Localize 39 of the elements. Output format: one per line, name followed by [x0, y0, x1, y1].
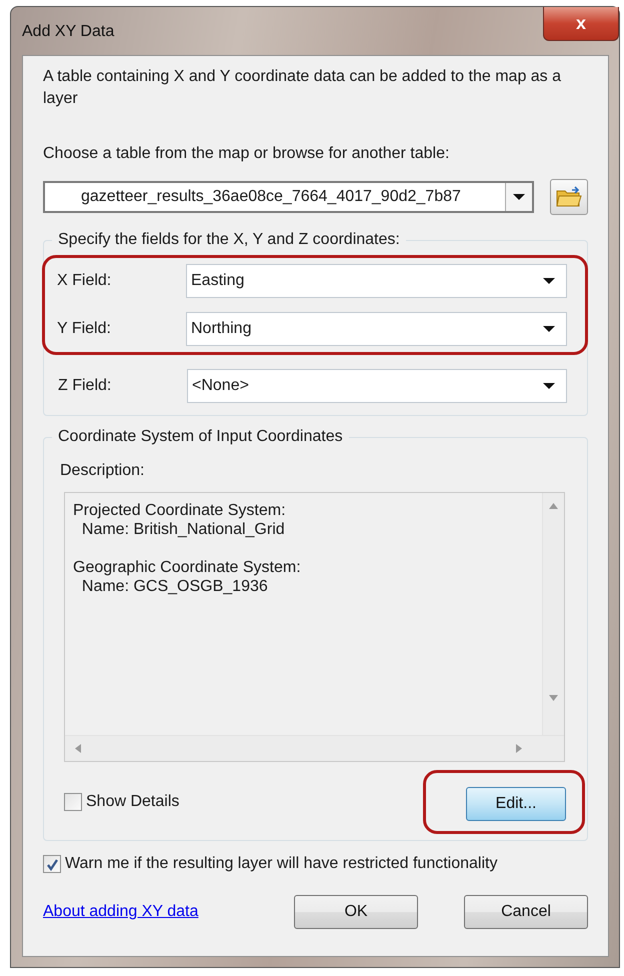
description-line: Geographic Coordinate System: — [73, 558, 302, 577]
description-line: Projected Coordinate System: — [73, 501, 287, 520]
caret-icon — [542, 325, 556, 333]
caret-icon — [542, 277, 556, 285]
dropdown[interactable]: Easting — [186, 264, 567, 298]
description-label: Description: — [60, 461, 146, 481]
horizontal-scrollbar[interactable] — [65, 735, 564, 761]
checkbox-label: Show Details — [86, 793, 180, 811]
field-label: Y Field: — [57, 320, 112, 338]
scroll-up-icon — [549, 503, 558, 509]
description-line: Name: GCS_OSGB_1936 — [80, 577, 269, 596]
checkbox-label: Warn me if the resulting layer will have restricted functionality — [65, 855, 498, 873]
intro-text: A table containing X and Y coordinate data can be added to the map as a layer — [43, 67, 562, 109]
field-label: X Field: — [57, 272, 112, 290]
vertical-scrollbar[interactable] — [542, 493, 564, 735]
dropdown[interactable]: Northing — [186, 312, 567, 346]
scroll-down-icon — [549, 695, 558, 701]
description-line: Name: British_National_Grid — [80, 520, 286, 539]
table-dropdown[interactable]: gazetteer_results_36ae08ce_7664_4017_90d2_7b87 — [43, 181, 534, 213]
caret-icon — [512, 193, 526, 201]
folder-icon — [556, 186, 582, 208]
browse-button[interactable] — [550, 179, 588, 215]
group-title: Specify the fields for the X, Y and Z coordinates: — [57, 231, 401, 249]
checkbox[interactable] — [43, 855, 61, 873]
check-icon — [46, 858, 58, 870]
dropdown[interactable]: <None> — [187, 369, 567, 403]
group-title: Coordinate System of Input Coordinates — [57, 428, 344, 446]
scroll-right-icon — [516, 744, 522, 753]
window-title: Add XY Data — [22, 23, 114, 41]
table-prompt: Choose a table from the map or browse for another table: — [43, 144, 450, 164]
scroll-left-icon — [75, 744, 81, 753]
cancel-button[interactable]: Cancel — [464, 895, 588, 929]
edit-button[interactable]: Edit... — [466, 787, 566, 821]
field-label: Z Field: — [58, 377, 112, 395]
close-button[interactable]: x — [543, 7, 619, 41]
caret-icon — [542, 382, 556, 390]
ok-button[interactable]: OK — [294, 895, 418, 929]
checkbox[interactable] — [64, 793, 82, 811]
help-link[interactable]: About adding XY data — [43, 903, 198, 921]
